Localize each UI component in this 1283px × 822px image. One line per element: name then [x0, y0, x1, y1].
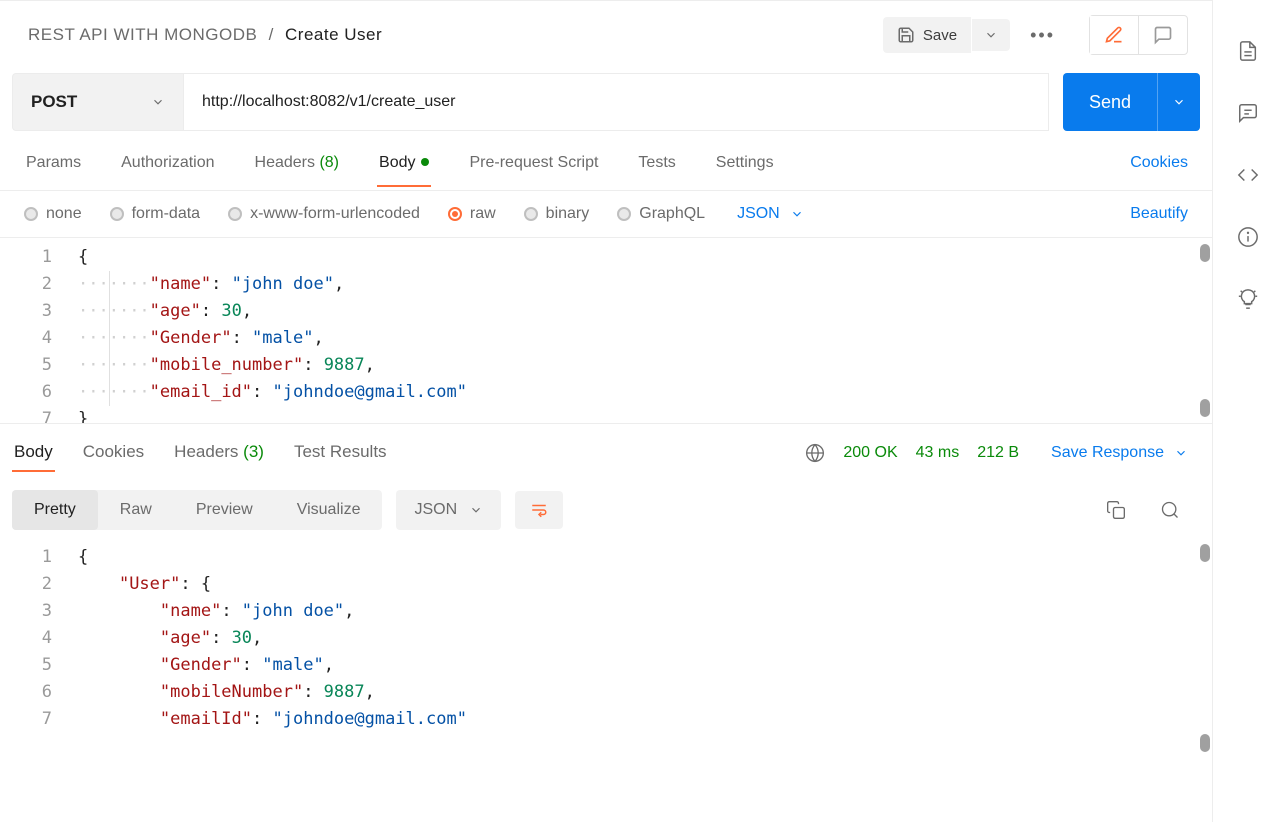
unsaved-dot-icon [421, 158, 429, 166]
info-icon[interactable] [1237, 226, 1259, 248]
response-language-select[interactable]: JSON [396, 490, 501, 530]
tab-headers[interactable]: Headers (8) [253, 154, 342, 186]
save-response-button[interactable]: Save Response [1051, 444, 1188, 462]
scrollbar-thumb[interactable] [1200, 734, 1210, 752]
save-dropdown[interactable] [972, 19, 1010, 51]
tab-authorization[interactable]: Authorization [119, 154, 216, 186]
response-tab-body[interactable]: Body [12, 434, 55, 472]
raw-language-select[interactable]: JSON [737, 205, 804, 223]
scrollbar-thumb[interactable] [1200, 544, 1210, 562]
breadcrumb-request[interactable]: Create User [285, 25, 382, 44]
body-type-form-data[interactable]: form-data [110, 205, 200, 223]
breadcrumb-sep: / [269, 25, 274, 44]
view-visualize[interactable]: Visualize [275, 490, 383, 530]
search-icon [1160, 500, 1180, 520]
view-pretty[interactable]: Pretty [12, 490, 98, 530]
send-button[interactable]: Send [1063, 73, 1157, 131]
response-size: 212 B [977, 444, 1019, 462]
http-method-select[interactable]: POST [12, 73, 184, 131]
copy-icon [1106, 500, 1126, 520]
save-label: Save [923, 27, 957, 44]
code-icon[interactable] [1237, 164, 1259, 186]
scrollbar-thumb[interactable] [1200, 244, 1210, 262]
tab-settings[interactable]: Settings [714, 154, 776, 186]
copy-response-button[interactable] [1098, 492, 1134, 528]
view-raw[interactable]: Raw [98, 490, 174, 530]
lightbulb-icon[interactable] [1237, 288, 1259, 310]
save-icon [897, 26, 915, 44]
body-type-none[interactable]: none [24, 205, 82, 223]
response-tab-test-results[interactable]: Test Results [292, 434, 389, 472]
scrollbar-thumb[interactable] [1200, 399, 1210, 417]
comment-mode-button[interactable] [1138, 16, 1187, 54]
body-type-raw[interactable]: raw [448, 205, 496, 223]
pencil-icon [1104, 25, 1124, 45]
chevron-down-icon [1174, 446, 1188, 460]
response-tab-cookies[interactable]: Cookies [81, 434, 146, 472]
search-response-button[interactable] [1152, 492, 1188, 528]
url-input[interactable] [184, 73, 1049, 131]
edit-mode-button[interactable] [1090, 16, 1138, 54]
chevron-down-icon [1172, 95, 1186, 109]
breadcrumb: REST API WITH MONGODB / Create User [28, 25, 382, 45]
body-type-graphql[interactable]: GraphQL [617, 205, 705, 223]
body-type-binary[interactable]: binary [524, 205, 590, 223]
wrap-icon [529, 501, 549, 519]
http-method-value: POST [31, 92, 77, 112]
more-actions-button[interactable]: ••• [1018, 16, 1067, 55]
request-body-editor[interactable]: 1{2·······"name": "john doe",3·······"ag… [0, 238, 1212, 424]
breadcrumb-collection[interactable]: REST API WITH MONGODB [28, 25, 257, 44]
comments-icon[interactable] [1237, 102, 1259, 124]
body-type-xwww[interactable]: x-www-form-urlencoded [228, 205, 420, 223]
response-tab-headers[interactable]: Headers (3) [172, 434, 266, 472]
view-preview[interactable]: Preview [174, 490, 275, 530]
chevron-down-icon [790, 207, 804, 221]
tab-tests[interactable]: Tests [636, 154, 677, 186]
response-view-segment: Pretty Raw Preview Visualize [12, 490, 382, 530]
comment-icon [1153, 25, 1173, 45]
chevron-down-icon [469, 503, 483, 517]
response-time: 43 ms [916, 444, 960, 462]
wrap-lines-button[interactable] [515, 491, 563, 529]
tab-prerequest[interactable]: Pre-request Script [467, 154, 600, 186]
save-button[interactable]: Save [883, 17, 971, 53]
cookies-link[interactable]: Cookies [1130, 154, 1188, 186]
right-sidebar [1213, 0, 1283, 822]
documentation-icon[interactable] [1237, 40, 1259, 62]
chevron-down-icon [984, 28, 998, 42]
globe-icon[interactable] [805, 443, 825, 463]
response-status: 200 OK [843, 444, 897, 462]
tab-body[interactable]: Body [377, 154, 431, 186]
beautify-link[interactable]: Beautify [1130, 205, 1188, 223]
chevron-down-icon [151, 95, 165, 109]
tab-params[interactable]: Params [24, 154, 83, 186]
dots-icon: ••• [1030, 25, 1055, 45]
send-dropdown[interactable] [1157, 73, 1200, 131]
response-body-viewer[interactable]: 1{2 "User": {3 "name": "john doe",4 "age… [0, 538, 1212, 758]
